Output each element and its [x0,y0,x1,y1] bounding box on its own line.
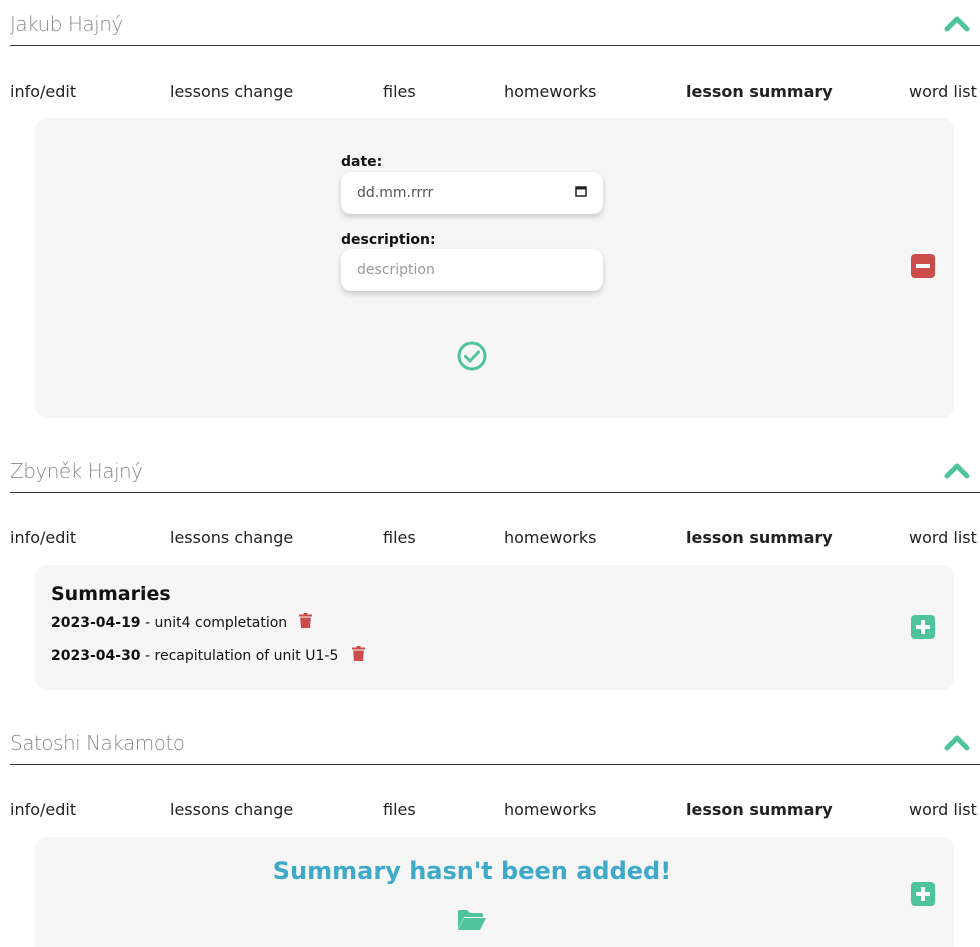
date-value: dd.mm.rrrr [357,185,434,201]
student-header: Jakub Hajný [10,0,980,46]
summary-item: 2023-04-30 - recapitulation of unit U1-5 [51,646,366,665]
date-field[interactable]: dd.mm.rrrr [341,172,603,214]
tab-lessons-change[interactable]: lessons change [170,800,293,819]
description-label: description: [341,232,436,248]
student-tabs: info/edit lessons change files homeworks… [0,82,980,106]
tab-word-list[interactable]: word list [909,528,977,547]
summary-form-panel: date: dd.mm.rrrr description: descriptio… [35,118,954,418]
tab-lesson-summary[interactable]: lesson summary [686,528,833,547]
tab-files[interactable]: files [383,800,416,819]
tab-word-list[interactable]: word list [909,82,977,101]
tab-lesson-summary[interactable]: lesson summary [686,82,833,101]
tab-info-edit[interactable]: info/edit [10,82,76,101]
summaries-title: Summaries [51,583,171,605]
add-plus-icon[interactable] [911,882,935,910]
empty-summary-message: Summary hasn't been added! [272,857,672,885]
tab-lessons-change[interactable]: lessons change [170,528,293,547]
summaries-panel: Summaries 2023-04-19 - unit4 completatio… [35,565,954,690]
tab-homeworks[interactable]: homeworks [504,82,596,101]
tab-lesson-summary[interactable]: lesson summary [686,800,833,819]
trash-icon[interactable] [352,646,366,665]
tab-info-edit[interactable]: info/edit [10,528,76,547]
tab-files[interactable]: files [383,82,416,101]
remove-minus-icon[interactable] [911,254,935,282]
collapse-icon[interactable] [944,14,970,34]
tab-files[interactable]: files [383,528,416,547]
calendar-icon[interactable] [575,185,587,201]
tab-homeworks[interactable]: homeworks [504,800,596,819]
empty-summary-panel: Summary hasn't been added! [35,837,954,947]
summary-date: 2023-04-19 [51,614,141,631]
date-label: date: [341,154,383,170]
student-header: Satoshi Nakamoto [10,719,980,765]
add-plus-icon[interactable] [911,615,935,643]
trash-icon[interactable] [299,613,313,632]
student-name: Zbyněk Hajný [10,459,143,483]
collapse-icon[interactable] [944,733,970,753]
confirm-check-icon[interactable] [456,340,488,376]
student-name: Jakub Hajný [10,12,123,36]
description-field[interactable]: description [341,249,603,291]
open-folder-icon[interactable] [457,909,487,935]
student-section-1: Jakub Hajný info/edit lessons change fil… [0,0,980,418]
tab-homeworks[interactable]: homeworks [504,528,596,547]
tab-word-list[interactable]: word list [909,800,977,819]
student-tabs: info/edit lessons change files homeworks… [0,528,980,552]
student-tabs: info/edit lessons change files homeworks… [0,800,980,824]
student-header: Zbyněk Hajný [10,447,980,493]
student-section-2: Zbyněk Hajný info/edit lessons change fi… [0,447,980,690]
student-section-3: Satoshi Nakamoto info/edit lessons chang… [0,719,980,947]
summary-text: - unit4 completation [140,614,288,631]
summary-date: 2023-04-30 [51,647,141,664]
collapse-icon[interactable] [944,461,970,481]
student-name: Satoshi Nakamoto [10,731,185,755]
tab-lessons-change[interactable]: lessons change [170,82,293,101]
summary-item: 2023-04-19 - unit4 completation [51,613,313,632]
description-placeholder: description [357,262,435,278]
tab-info-edit[interactable]: info/edit [10,800,76,819]
summary-text: - recapitulation of unit U1-5 [140,647,339,664]
